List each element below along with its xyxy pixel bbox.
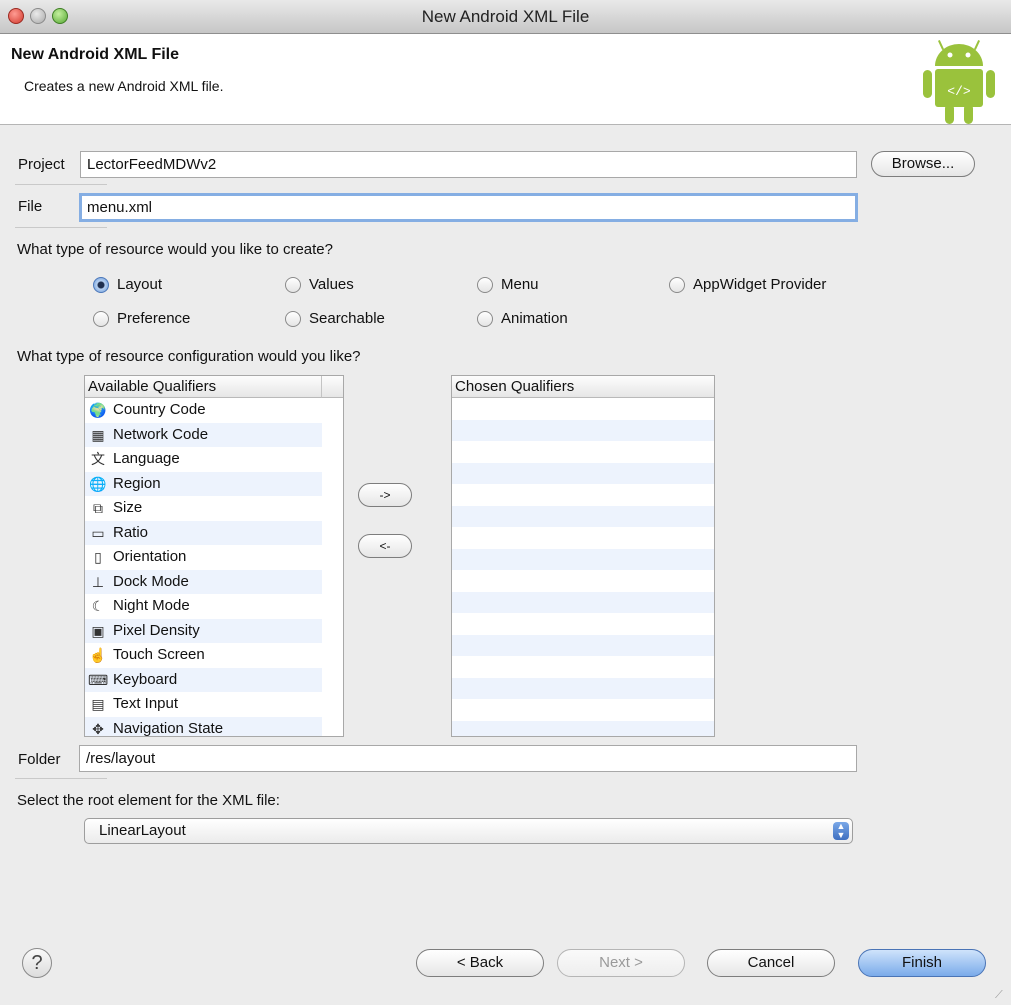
root-element-value: LinearLayout bbox=[99, 822, 186, 839]
qualifier-label: Pixel Density bbox=[113, 621, 200, 639]
qualifier-item[interactable]: ▯ Orientation bbox=[85, 545, 322, 570]
root-element-question: Select the root element for the XML file… bbox=[17, 792, 280, 809]
qualifier-item[interactable]: ▭ Ratio bbox=[85, 520, 322, 545]
globe-icon: 🌍 bbox=[89, 402, 107, 418]
qualifier-item[interactable]: ▤ Text Input bbox=[85, 692, 322, 717]
qualifier-item[interactable]: ✥ Navigation State bbox=[85, 716, 322, 737]
keyboard-icon: ⌨ bbox=[88, 671, 109, 688]
orientation-icon: ▯ bbox=[94, 549, 102, 565]
size-icon: ⧉ bbox=[93, 500, 103, 516]
folder-label: Folder bbox=[18, 751, 61, 768]
chosen-qualifier-row bbox=[452, 570, 714, 592]
language-icon: 文 bbox=[91, 451, 105, 467]
qualifier-label: Country Code bbox=[113, 401, 206, 418]
chosen-qualifier-row bbox=[452, 634, 714, 656]
qualifier-label: Region bbox=[113, 474, 161, 492]
banner-title: New Android XML File bbox=[11, 46, 180, 63]
qualifier-item[interactable]: ☾ Night Mode bbox=[85, 594, 322, 619]
project-label: Project bbox=[18, 156, 65, 173]
chosen-qualifier-row bbox=[452, 441, 714, 463]
cancel-button[interactable]: Cancel bbox=[707, 949, 835, 977]
qualifier-label: Ratio bbox=[113, 523, 149, 541]
resize-grip-icon[interactable]: ⟋ bbox=[995, 989, 1009, 1003]
qualifier-label: Network Code bbox=[113, 425, 209, 443]
back-button[interactable]: < Back bbox=[416, 949, 544, 977]
qualifier-item[interactable]: ☝ Touch Screen bbox=[85, 643, 322, 668]
radio-unselected-icon bbox=[477, 277, 493, 293]
touch-icon: ☝ bbox=[89, 647, 107, 663]
radio-unselected-icon bbox=[285, 311, 301, 327]
dpi-icon: ▣ bbox=[91, 622, 105, 639]
text-input-icon: ▤ bbox=[91, 696, 105, 712]
help-icon[interactable]: ? bbox=[22, 948, 52, 978]
available-qualifiers-list[interactable]: Available Qualifiers 🌍 Country Code ▦ Netwo… bbox=[84, 375, 344, 737]
file-name-field[interactable] bbox=[79, 193, 858, 222]
chosen-qualifier-row bbox=[452, 613, 714, 635]
radio-selected-icon bbox=[93, 277, 109, 293]
qualifier-label: Size bbox=[113, 499, 143, 516]
qualifier-item[interactable]: ▦ Network Code bbox=[85, 422, 322, 447]
qualifier-label: Night Mode bbox=[113, 597, 190, 614]
chosen-qualifier-row bbox=[452, 699, 714, 721]
title-bar: New Android XML File bbox=[0, 0, 1011, 34]
night-mode-icon: ☾ bbox=[91, 598, 105, 614]
qualifier-item[interactable]: ⧉ Size bbox=[85, 496, 322, 521]
chosen-qualifier-row bbox=[452, 591, 714, 613]
qualifier-rows: 🌍 Country Code ▦ Network Code 文 Language 🌐 Regi… bbox=[85, 398, 322, 736]
ratio-icon: ▭ bbox=[91, 524, 105, 541]
radio-unselected-icon bbox=[93, 311, 109, 327]
network-icon: ▦ bbox=[91, 426, 105, 443]
select-arrows-icon: ▲ ▼ bbox=[833, 822, 849, 840]
qualifier-item[interactable]: 🌐 Region bbox=[85, 471, 322, 496]
finish-button[interactable]: Finish bbox=[858, 949, 986, 977]
chosen-qualifier-row bbox=[452, 419, 714, 441]
qualifier-item[interactable]: ⌨ Keyboard bbox=[85, 667, 322, 692]
navigation-icon: ✥ bbox=[92, 720, 104, 737]
resource-type-question: What type of resource would you like to … bbox=[17, 241, 333, 258]
svg-text:</>: </> bbox=[947, 84, 971, 99]
radio-unselected-icon bbox=[477, 311, 493, 327]
chosen-qualifier-row bbox=[452, 656, 714, 678]
android-robot-icon: </> bbox=[923, 40, 995, 124]
folder-field[interactable] bbox=[79, 745, 857, 772]
chosen-qualifier-row bbox=[452, 398, 714, 420]
qualifier-label: Orientation bbox=[113, 548, 187, 565]
qualifier-label: Touch Screen bbox=[113, 646, 205, 663]
qualifier-item[interactable]: 🌍 Country Code bbox=[85, 398, 322, 423]
configuration-question: What type of resource configuration woul… bbox=[17, 348, 361, 365]
chosen-qualifier-row bbox=[452, 505, 714, 527]
browse-button[interactable]: Browse... bbox=[871, 151, 975, 177]
chosen-qualifiers-header: Chosen Qualifiers bbox=[452, 376, 714, 398]
chosen-qualifiers-list[interactable]: Chosen Qualifiers bbox=[451, 375, 715, 737]
banner-description: Creates a new Android XML file. bbox=[24, 78, 224, 94]
remove-qualifier-button[interactable]: <- bbox=[358, 534, 412, 558]
chosen-qualifier-row bbox=[452, 548, 714, 570]
qualifier-label: Navigation State bbox=[113, 719, 224, 737]
qualifier-label: Language bbox=[113, 450, 180, 467]
add-qualifier-button[interactable]: -> bbox=[358, 483, 412, 507]
project-field[interactable] bbox=[80, 151, 857, 178]
qualifier-label: Keyboard bbox=[113, 670, 178, 688]
next-button: Next > bbox=[557, 949, 685, 977]
radio-unselected-icon bbox=[669, 277, 685, 293]
dock-icon: ⊥ bbox=[91, 573, 105, 590]
available-qualifiers-header: Available Qualifiers bbox=[85, 376, 322, 398]
root-element-select[interactable]: LinearLayout ▲ ▼ bbox=[84, 818, 853, 844]
window-title: New Android XML File bbox=[421, 7, 590, 26]
qualifier-label: Dock Mode bbox=[113, 572, 189, 590]
chosen-qualifier-row bbox=[452, 720, 714, 736]
region-icon: 🌐 bbox=[89, 475, 107, 492]
chosen-qualifier-row bbox=[452, 677, 714, 699]
chosen-qualifier-row bbox=[452, 484, 714, 506]
qualifier-item[interactable]: ⊥ Dock Mode bbox=[85, 569, 322, 594]
wizard-banner: New Android XML File Creates a new Andro… bbox=[0, 34, 1011, 125]
chosen-qualifier-row bbox=[452, 462, 714, 484]
qualifier-item[interactable]: 文 Language bbox=[85, 447, 322, 472]
chosen-qualifier-row bbox=[452, 527, 714, 549]
radio-unselected-icon bbox=[285, 277, 301, 293]
qualifier-label: Text Input bbox=[113, 695, 179, 712]
file-label: File bbox=[18, 198, 43, 215]
qualifier-item[interactable]: ▣ Pixel Density bbox=[85, 618, 322, 643]
